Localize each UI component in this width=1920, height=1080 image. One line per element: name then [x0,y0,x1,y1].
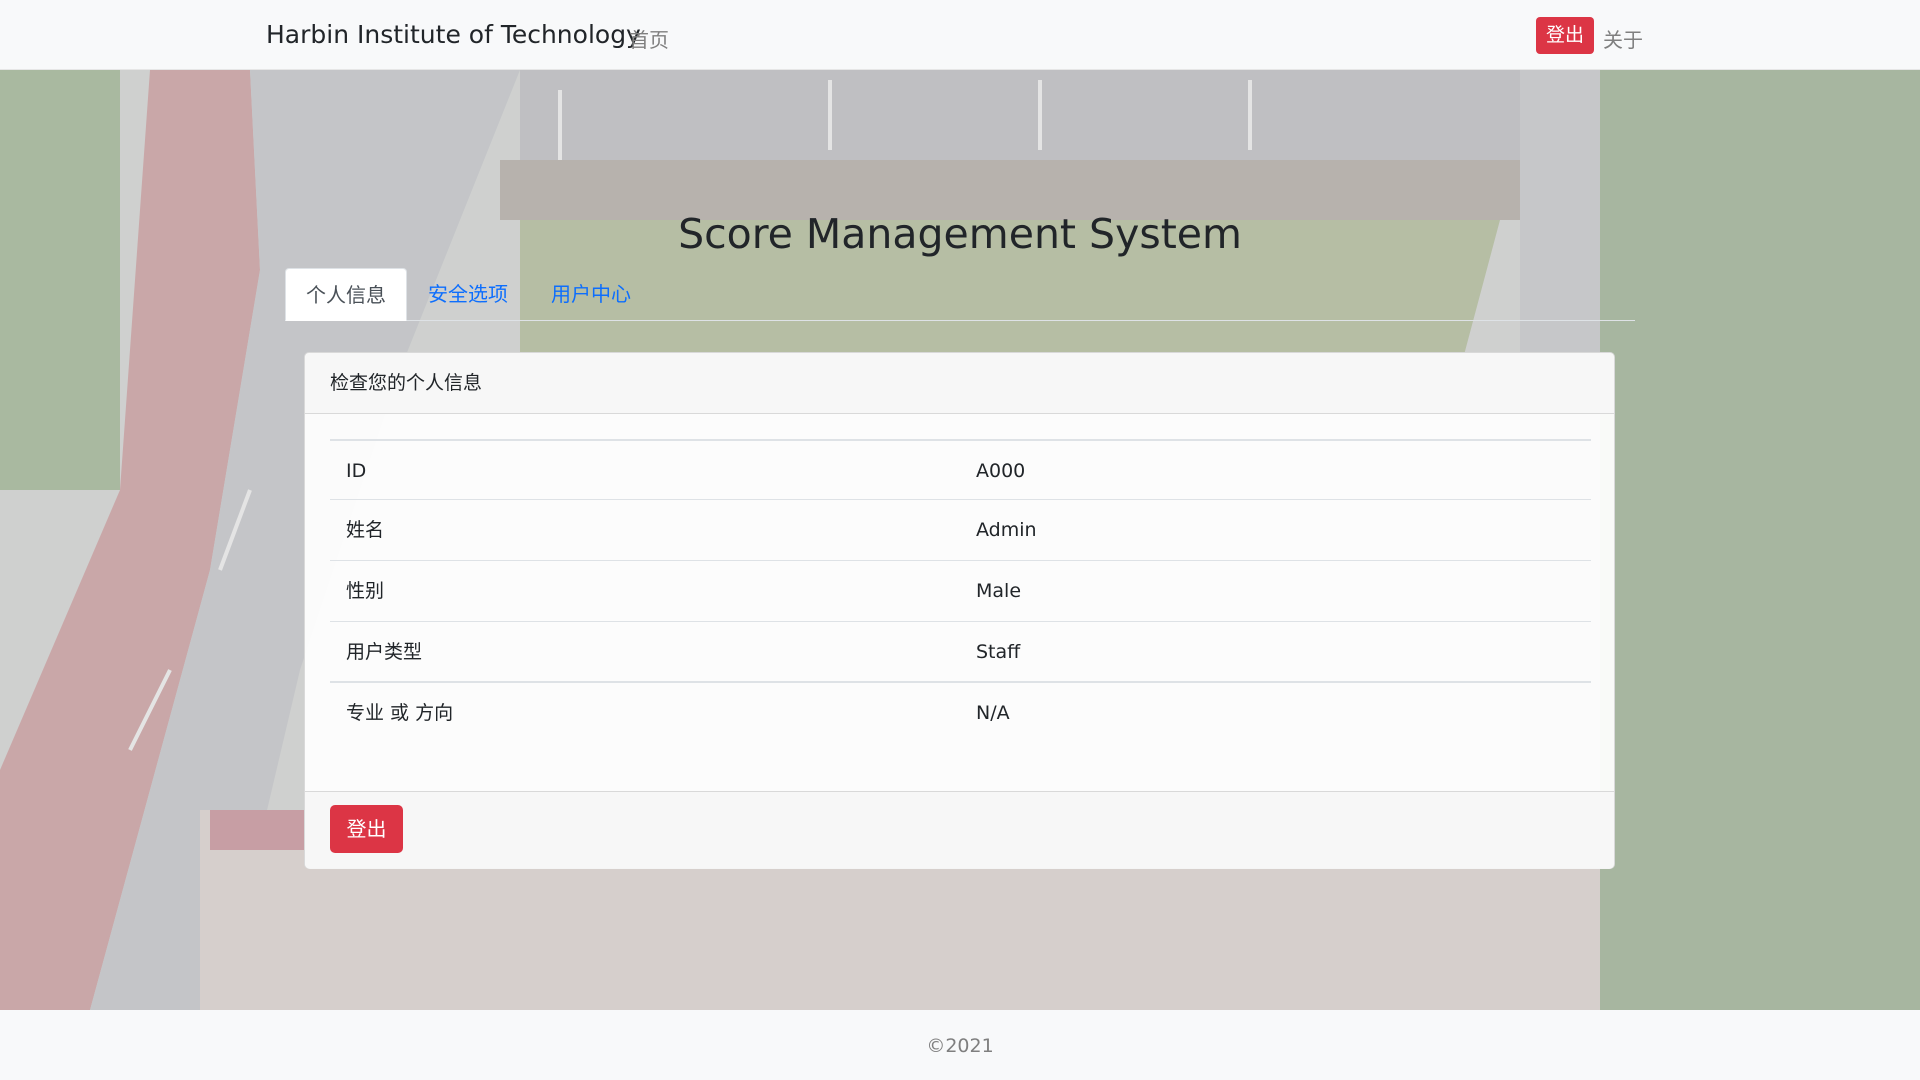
table-row: ID A000 [330,439,1591,500]
nav-link-home[interactable]: 首页 [629,24,669,53]
tab-personal-info[interactable]: 个人信息 [285,268,407,321]
row-value: N/A [976,702,1010,724]
row-key: 用户类型 [346,641,423,663]
personal-info-table: ID A000 姓名 Admin 性别 Male 用户类型 Staff 专业 或… [330,439,1591,744]
page-title: Score Management System [678,210,1242,258]
row-key: 姓名 [346,519,385,541]
personal-info-card: 检查您的个人信息 ID A000 姓名 Admin 性别 Male 用户类型 S… [304,352,1615,869]
row-key: ID [346,460,367,482]
table-row: 姓名 Admin [330,500,1591,561]
copyright-text: ©2021 [926,1035,994,1057]
tab-security-options[interactable]: 安全选项 [408,268,528,321]
page-footer: ©2021 [0,1010,1920,1080]
navbar-brand[interactable]: Harbin Institute of Technology [266,20,641,49]
tab-user-center[interactable]: 用户中心 [531,268,651,321]
table-row: 用户类型 Staff [330,622,1591,683]
row-value: Staff [976,641,1021,663]
card-header: 检查您的个人信息 [305,353,1614,414]
nav-logout-button[interactable]: 登出 [1536,17,1594,54]
card-footer: 登出 [305,791,1614,869]
row-key: 性别 [346,580,385,602]
logout-button[interactable]: 登出 [330,805,403,853]
table-row: 性别 Male [330,561,1591,622]
row-value: Male [976,580,1022,602]
table-row: 专业 或 方向 N/A [330,683,1591,744]
top-navbar: Harbin Institute of Technology 首页 登出 关于 [0,0,1920,70]
row-key: 专业 或 方向 [346,702,454,724]
nav-link-about[interactable]: 关于 [1603,24,1643,53]
row-value: A000 [976,460,1026,482]
row-value: Admin [976,519,1037,541]
